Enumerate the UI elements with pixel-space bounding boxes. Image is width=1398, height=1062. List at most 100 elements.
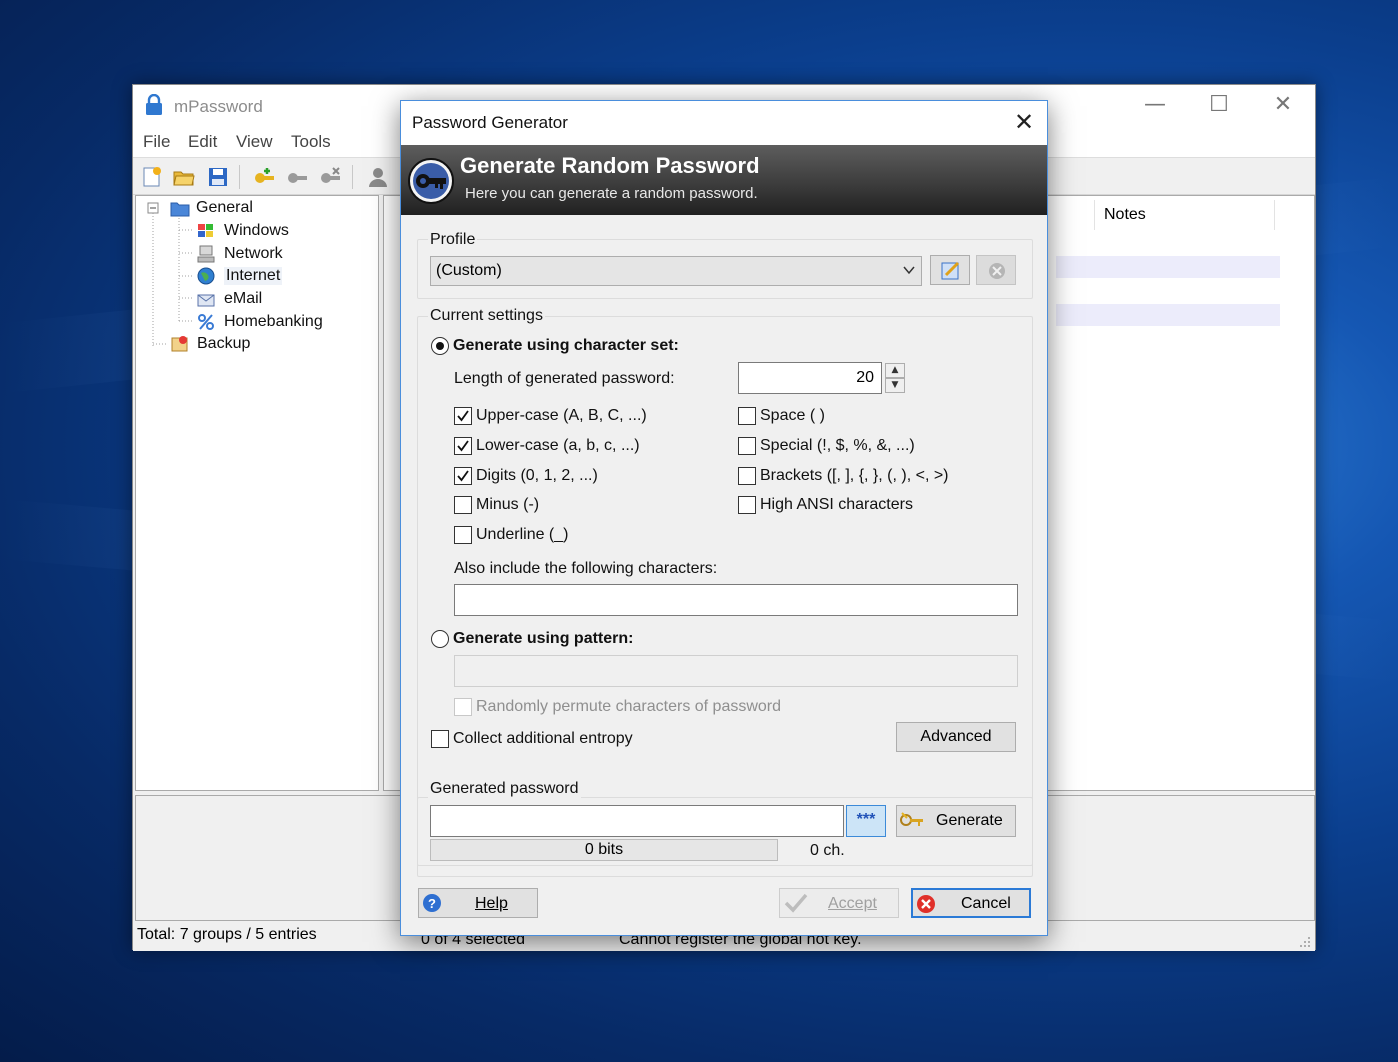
generate-button-label: Generate <box>936 812 1003 829</box>
generate-key-icon <box>900 812 923 826</box>
windows-group-icon <box>198 224 213 237</box>
digits-checkbox[interactable] <box>454 467 472 485</box>
high-ansi-checkbox[interactable] <box>738 496 756 514</box>
charset-radio-label[interactable]: Generate using character set: <box>453 337 679 355</box>
high-ansi-label[interactable]: High ANSI characters <box>760 496 913 514</box>
length-stepper[interactable]: ▲ ▼ <box>885 363 905 393</box>
open-folder-icon[interactable] <box>173 166 195 188</box>
email-group-icon <box>197 294 215 307</box>
tree-node-email[interactable]: eMail <box>224 290 262 308</box>
length-stepper-down[interactable]: ▼ <box>885 378 905 393</box>
column-separator <box>1094 200 1095 230</box>
space-label[interactable]: Space ( ) <box>760 407 825 425</box>
also-include-input[interactable] <box>454 584 1018 616</box>
new-database-icon[interactable] <box>141 166 163 188</box>
accept-button[interactable]: Accept <box>779 888 899 918</box>
tree-node-backup[interactable]: Backup <box>197 335 250 353</box>
dialog-title-bar: Password Generator ✕ <box>401 101 1047 145</box>
user-icon[interactable] <box>367 166 389 188</box>
pattern-radio[interactable] <box>431 630 449 648</box>
menu-view[interactable]: View <box>236 132 273 152</box>
digits-label[interactable]: Digits (0, 1, 2, ...) <box>476 467 598 485</box>
underline-checkbox[interactable] <box>454 526 472 544</box>
menu-tools[interactable]: Tools <box>291 132 331 152</box>
save-profile-button[interactable] <box>930 255 970 285</box>
generated-password-label: Generated password <box>428 780 581 798</box>
entropy-checkbox[interactable] <box>431 730 449 748</box>
accept-check-icon <box>784 893 808 913</box>
tree-node-internet[interactable]: Internet <box>224 267 283 285</box>
backup-group-icon <box>171 336 188 352</box>
uppercase-checkbox[interactable] <box>454 407 472 425</box>
save-profile-icon <box>941 261 960 280</box>
column-separator <box>1274 200 1275 230</box>
minus-checkbox[interactable] <box>454 496 472 514</box>
cancel-icon <box>917 895 935 913</box>
profile-select[interactable]: (Custom) <box>430 256 922 286</box>
profile-label: Profile <box>428 231 478 249</box>
pattern-input[interactable] <box>454 655 1018 687</box>
tree-node-homebanking[interactable]: Homebanking <box>224 313 323 331</box>
underline-label[interactable]: Underline (_) <box>476 526 568 544</box>
cancel-button[interactable]: Cancel <box>911 888 1031 918</box>
uppercase-label[interactable]: Upper-case (A, B, C, ...) <box>476 407 647 425</box>
banner-subtitle: Here you can generate a random password. <box>465 185 758 202</box>
save-icon[interactable] <box>207 166 229 188</box>
list-row-highlight[interactable] <box>1056 256 1280 278</box>
resize-grip-icon[interactable] <box>1299 936 1311 948</box>
lock-icon <box>146 94 162 115</box>
pattern-radio-label[interactable]: Generate using pattern: <box>453 630 633 648</box>
length-input[interactable]: 20 <box>738 362 882 394</box>
tree-node-windows[interactable]: Windows <box>224 222 289 240</box>
help-button[interactable]: ? Help <box>418 888 538 918</box>
hide-password-toggle[interactable]: *** <box>846 805 886 837</box>
delete-profile-button[interactable] <box>976 255 1016 285</box>
network-group-icon <box>197 245 215 263</box>
advanced-button[interactable]: Advanced <box>896 722 1016 752</box>
space-checkbox[interactable] <box>738 407 756 425</box>
toolbar-separator <box>352 165 353 189</box>
help-button-label: Help <box>475 895 508 912</box>
edit-entry-icon[interactable] <box>286 166 308 188</box>
charset-radio[interactable] <box>431 337 449 355</box>
tree-node-general[interactable]: General <box>196 199 253 217</box>
dialog-title: Password Generator <box>412 113 568 132</box>
length-stepper-up[interactable]: ▲ <box>885 363 905 378</box>
length-value: 20 <box>856 369 874 386</box>
status-totals: Total: 7 groups / 5 entries <box>137 926 317 943</box>
group-tree: General Windows Network Internet eMail H… <box>135 195 379 791</box>
brackets-label[interactable]: Brackets ([, ], {, }, (, ), <, >) <box>760 467 949 485</box>
lowercase-checkbox[interactable] <box>454 437 472 455</box>
menu-edit[interactable]: Edit <box>188 132 217 152</box>
dialog-close-button[interactable]: ✕ <box>1001 101 1047 145</box>
delete-entry-icon[interactable] <box>319 166 341 188</box>
chevron-down-icon <box>903 266 915 275</box>
svg-text:?: ? <box>428 896 436 911</box>
generate-button[interactable]: Generate <box>896 805 1016 837</box>
minimize-button[interactable]: — <box>1123 85 1187 127</box>
also-include-label: Also include the following characters: <box>454 560 718 577</box>
minus-label[interactable]: Minus (-) <box>476 496 539 514</box>
menu-file[interactable]: File <box>143 132 170 152</box>
generated-password-field[interactable] <box>430 805 844 837</box>
password-length-text: 0 ch. <box>810 842 845 859</box>
cancel-button-label: Cancel <box>961 895 1011 912</box>
brackets-checkbox[interactable] <box>738 467 756 485</box>
help-icon: ? <box>423 894 441 912</box>
tree-node-network[interactable]: Network <box>224 245 283 263</box>
internet-globe-icon <box>197 267 215 285</box>
lowercase-label[interactable]: Lower-case (a, b, c, ...) <box>476 437 640 455</box>
permute-checkbox[interactable] <box>454 698 472 716</box>
special-label[interactable]: Special (!, $, %, &, ...) <box>760 437 915 455</box>
add-entry-icon[interactable] <box>253 166 275 188</box>
list-row-highlight[interactable] <box>1056 304 1280 326</box>
permute-label[interactable]: Randomly permute characters of password <box>476 698 781 716</box>
current-settings-label: Current settings <box>428 307 545 325</box>
entropy-label[interactable]: Collect additional entropy <box>453 730 633 748</box>
main-window-title: mPassword <box>174 97 263 116</box>
dialog-banner: Generate Random Password Here you can ge… <box>401 145 1047 215</box>
close-window-button[interactable]: ✕ <box>1251 85 1315 127</box>
column-header-notes[interactable]: Notes <box>1104 206 1146 224</box>
special-checkbox[interactable] <box>738 437 756 455</box>
maximize-button[interactable]: ☐ <box>1187 85 1251 127</box>
